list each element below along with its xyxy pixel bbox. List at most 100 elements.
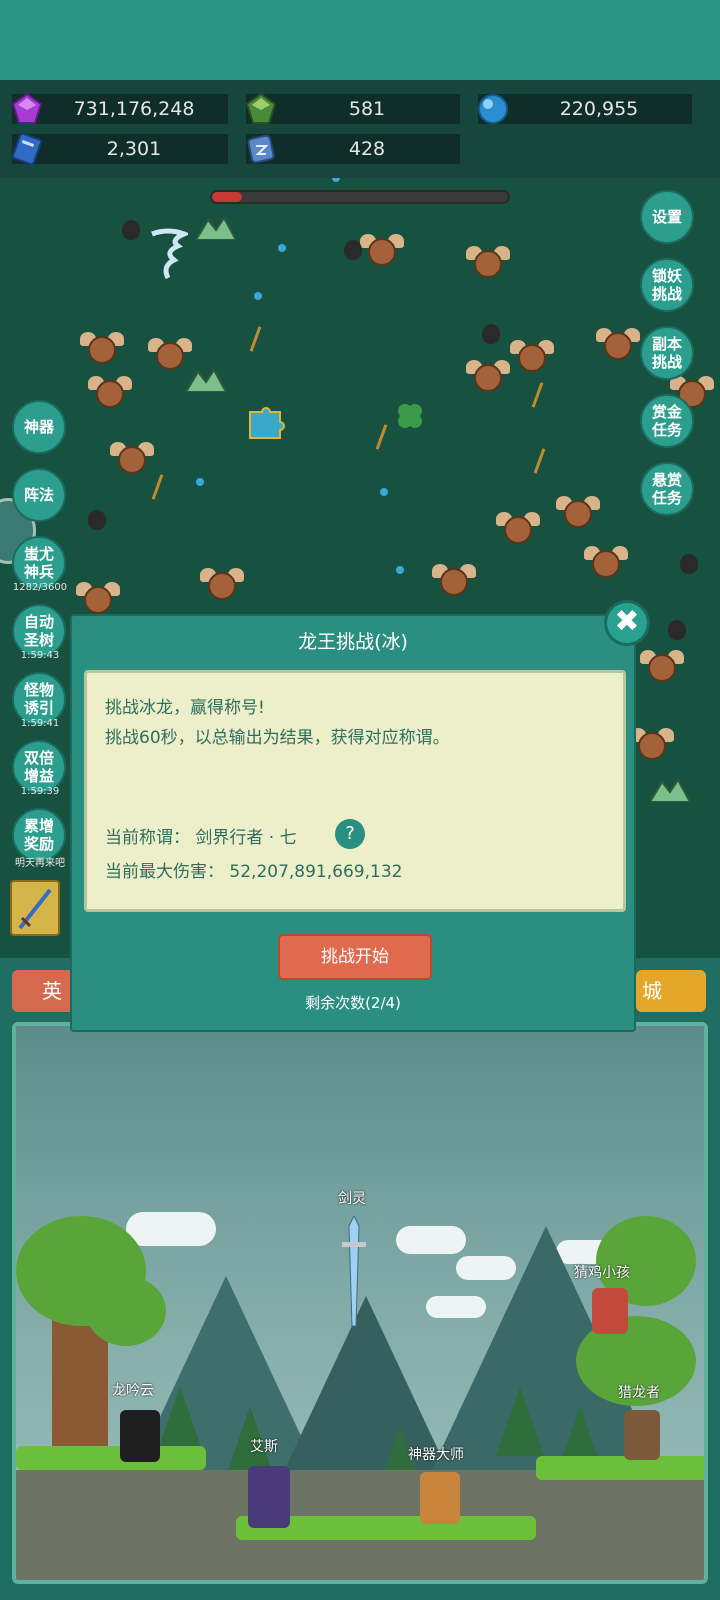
close-icon[interactable]: ✖ [604,600,650,646]
max-damage-value: 52,207,891,669,132 [229,862,403,882]
orb-projectile [196,478,204,486]
start-challenge-button[interactable]: 挑战开始 [278,934,432,980]
character-label-longyinyun: 龙吟云 [112,1383,154,1399]
dialog-title: 龙王挑战(冰) [298,631,408,653]
resource-book-value: 2,301 [106,138,162,160]
reward-task-button[interactable]: 悬赏 任务 [640,462,694,516]
moth-monster [630,726,674,764]
mountain-creature [650,778,690,802]
tornado-icon [151,228,188,280]
tab-heroes-label: 英 [42,979,62,1003]
resource-rune-value: 428 [348,138,386,160]
moth-monster [80,330,124,368]
bomb-projectile [344,240,362,260]
dragon-king-challenge-dialog: 龙王挑战(冰) 挑战冰龙，赢得称号! 挑战60秒，以总输出为结果，获得对应称谓。… [70,614,636,1032]
boss-hp-bar [210,190,510,204]
purple-gem-icon [8,90,46,128]
resource-gems: 731,176,248 [11,92,228,124]
artifact-button[interactable]: 神器 [12,400,66,454]
blue-book-icon [8,130,46,168]
sword-icon [18,888,52,930]
moth-monster [466,244,510,282]
bomb-projectile [680,554,698,574]
grass-ledge [536,1456,704,1480]
arrow-projectile [249,326,262,352]
arrow-projectile [151,474,164,500]
artifact-master-hero[interactable] [420,1472,460,1524]
lock-demon-challenge-button[interactable]: 锁妖 挑战 [640,258,694,312]
boss-hp-fill [212,192,242,202]
moth-monster [432,562,476,600]
puzzle-powerup-icon [249,407,285,439]
double-buff-label: 双倍 增益 [23,749,54,785]
max-damage-row: 当前最大伤害： 52,207,891,669,132 [105,857,402,882]
dungeon-challenge-label: 副本 挑战 [651,335,682,371]
settings-label: 设置 [651,208,682,226]
chiyou-weapon-progress: 1282/3600 [12,582,68,593]
moth-monster [110,440,154,478]
sword-skill-slot[interactable] [10,880,60,936]
resource-rune: 428 [246,134,460,164]
mountain-creature [186,368,226,392]
dragon-hunter-hero[interactable] [624,1410,660,1460]
current-title-value: 剑界行者 · 七 [195,828,297,848]
bounty-task-button[interactable]: 赏金 任务 [640,394,694,448]
ais-wizard-hero[interactable] [248,1466,290,1528]
orb-projectile [380,488,388,496]
cumulative-reward-status: 明天再来吧 [15,858,65,869]
resource-green-gem: 581 [245,92,460,124]
moth-monster [200,566,244,604]
help-icon[interactable]: ? [335,819,365,849]
resource-green-gem-value: 581 [348,98,386,120]
hero-scene: 剑灵 猜鸡小孩 龙吟云 猎龙者 艾斯 神器大师 [12,1022,708,1584]
orb-projectile [254,292,262,300]
grass-ledge [16,1446,206,1470]
max-damage-label: 当前最大伤害： [105,862,224,882]
bounty-task-label: 赏金 任务 [651,403,682,439]
moth-monster [596,326,640,364]
artifact-label: 神器 [23,418,54,436]
remaining-attempts: 剩余次数(2/4) [305,994,401,1012]
settings-button[interactable]: 设置 [640,190,694,244]
bomb-projectile [122,220,140,240]
character-label-chicken-kid: 猜鸡小孩 [574,1265,630,1281]
auto-tree-timer: 1:59:43 [20,650,60,661]
moth-monster [496,510,540,548]
cumulative-reward-label: 累增 奖励 [23,817,54,853]
pine-tree [496,1386,544,1456]
mountain-creature [196,216,236,240]
orb-projectile [396,566,404,574]
resource-orb-value: 220,955 [559,98,639,120]
dungeon-challenge-button[interactable]: 副本 挑战 [640,326,694,380]
sword-spirit[interactable] [342,1216,366,1336]
arrow-projectile [533,448,546,474]
arrow-projectile [375,424,388,450]
tab-city-label: 城 [642,979,662,1003]
blue-orb-icon [474,90,512,128]
current-title-label: 当前称谓： [105,828,190,848]
big-tree-crown [86,1276,166,1346]
moth-monster [640,648,684,686]
rune-stone-icon [242,130,280,168]
dialog-description-1: 挑战冰龙，赢得称号! [105,698,265,718]
chicken-kid-hero[interactable] [592,1288,628,1334]
moth-monster [584,544,628,582]
bomb-projectile [482,324,500,344]
formation-label: 阵法 [23,486,54,504]
orb-projectile [332,178,340,182]
green-gem-icon [242,90,280,128]
formation-button[interactable]: 阵法 [12,468,66,522]
resource-gems-value: 731,176,248 [73,98,195,120]
dialog-description-2: 挑战60秒，以总输出为结果，获得对应称谓。 [105,728,450,748]
status-bar [0,0,720,80]
monster-lure-timer: 1:59:41 [20,718,60,729]
monster-lure-label: 怪物 诱引 [23,681,54,717]
lock-demon-challenge-label: 锁妖 挑战 [651,267,682,303]
character-label-dragon-hunter: 猎龙者 [618,1385,660,1401]
moth-monster [556,494,600,532]
moth-monster [510,338,554,376]
character-label-sword-spirit: 剑灵 [338,1191,366,1207]
character-label-ais: 艾斯 [250,1439,278,1455]
longyinyun-hero[interactable] [120,1410,160,1462]
tab-city[interactable]: 城 [636,970,706,1012]
